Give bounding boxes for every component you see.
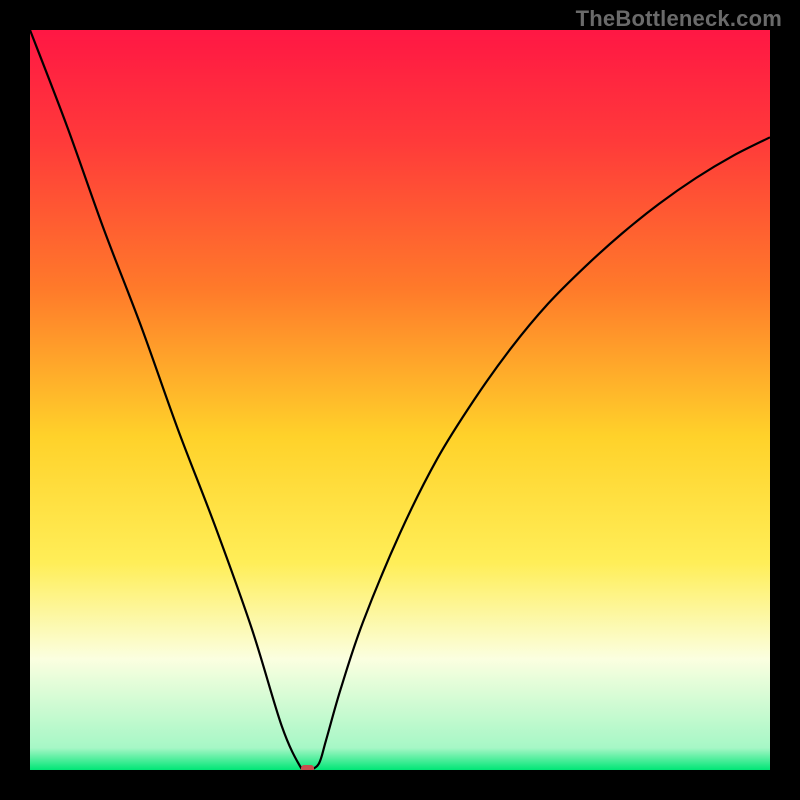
minimum-marker-icon xyxy=(301,765,314,770)
gradient-background xyxy=(30,30,770,770)
watermark-text: TheBottleneck.com xyxy=(576,6,782,32)
chart-plot-area xyxy=(30,30,770,770)
chart-svg xyxy=(30,30,770,770)
chart-frame: TheBottleneck.com xyxy=(0,0,800,800)
